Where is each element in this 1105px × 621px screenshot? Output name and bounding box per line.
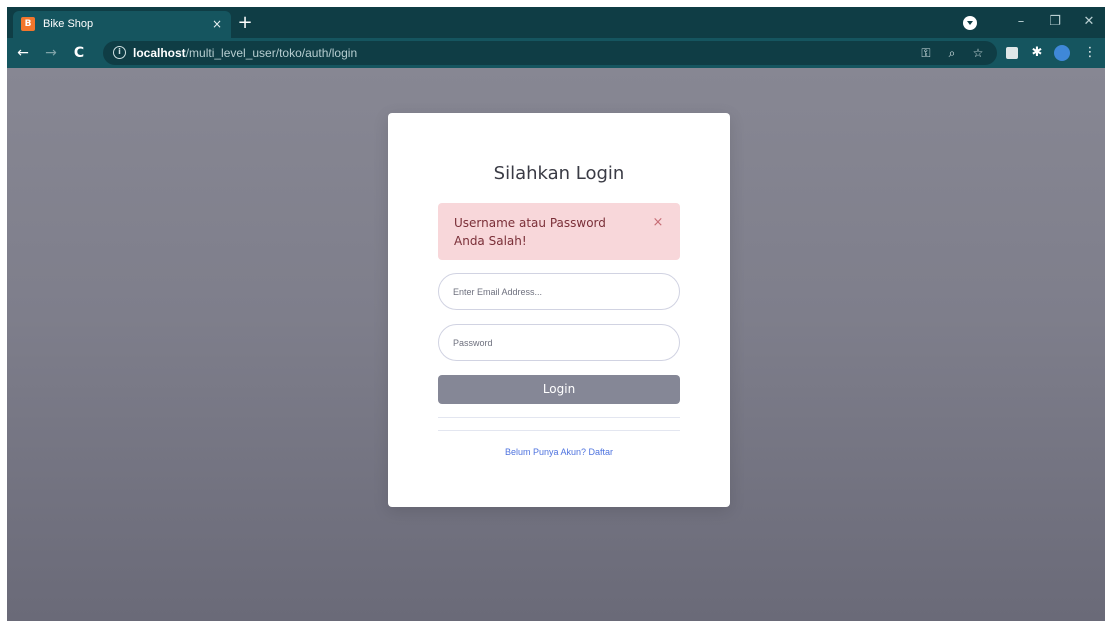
profile-icon[interactable] xyxy=(1054,45,1070,61)
key-icon[interactable]: ⚿ xyxy=(917,44,935,62)
page-viewport: Silahkan Login Username atau Password An… xyxy=(7,68,1105,621)
error-alert: Username atau Password Anda Salah! × xyxy=(438,203,680,260)
new-tab-icon[interactable]: + xyxy=(235,13,255,33)
back-icon[interactable]: ← xyxy=(13,43,33,63)
password-field[interactable] xyxy=(453,334,663,352)
info-icon[interactable]: i xyxy=(113,46,126,59)
tab-title: Bike Shop xyxy=(43,18,94,30)
url-path: /multi_level_user/toko/auth/login xyxy=(185,46,358,60)
alert-message: Username atau Password Anda Salah! xyxy=(454,216,606,248)
register-link[interactable]: Belum Punya Akun? Daftar xyxy=(388,446,730,458)
url-text[interactable]: localhost/multi_level_user/toko/auth/log… xyxy=(133,45,357,61)
reload-icon[interactable]: C xyxy=(69,43,89,63)
email-field[interactable] xyxy=(453,283,663,301)
url-host: localhost xyxy=(133,46,186,60)
extension-icon[interactable] xyxy=(1006,47,1018,59)
close-window-icon[interactable]: ✕ xyxy=(1077,11,1101,33)
tab-strip: B Bike Shop × + – ❐ ✕ xyxy=(7,7,1105,38)
menu-icon[interactable]: ⋮ xyxy=(1081,44,1099,62)
address-bar[interactable]: i localhost/multi_level_user/toko/auth/l… xyxy=(103,41,997,65)
divider xyxy=(438,417,680,418)
browser-toolbar: ← → C i localhost/multi_level_user/toko/… xyxy=(7,38,1105,68)
login-button[interactable]: Login xyxy=(438,375,680,404)
alert-close-icon[interactable]: × xyxy=(650,215,666,231)
restore-icon[interactable]: ❐ xyxy=(1043,11,1067,33)
email-field-wrapper xyxy=(438,273,680,310)
puzzle-icon[interactable]: ✱ xyxy=(1028,44,1046,62)
zoom-icon[interactable]: ⌕ xyxy=(943,44,961,62)
star-icon[interactable]: ☆ xyxy=(969,44,987,62)
password-field-wrapper xyxy=(438,324,680,361)
minimize-icon[interactable]: – xyxy=(1009,11,1033,33)
browser-window: B Bike Shop × + – ❐ ✕ ← → C i localhost/… xyxy=(7,7,1105,621)
page-title: Silahkan Login xyxy=(493,163,625,184)
favicon-icon: B xyxy=(21,17,35,31)
close-tab-icon[interactable]: × xyxy=(209,16,225,32)
divider xyxy=(438,430,680,431)
forward-icon[interactable]: → xyxy=(41,43,61,63)
tab-bike-shop[interactable]: B Bike Shop × xyxy=(13,11,231,38)
login-card: Silahkan Login Username atau Password An… xyxy=(388,113,730,507)
tab-search-icon[interactable] xyxy=(963,16,977,30)
